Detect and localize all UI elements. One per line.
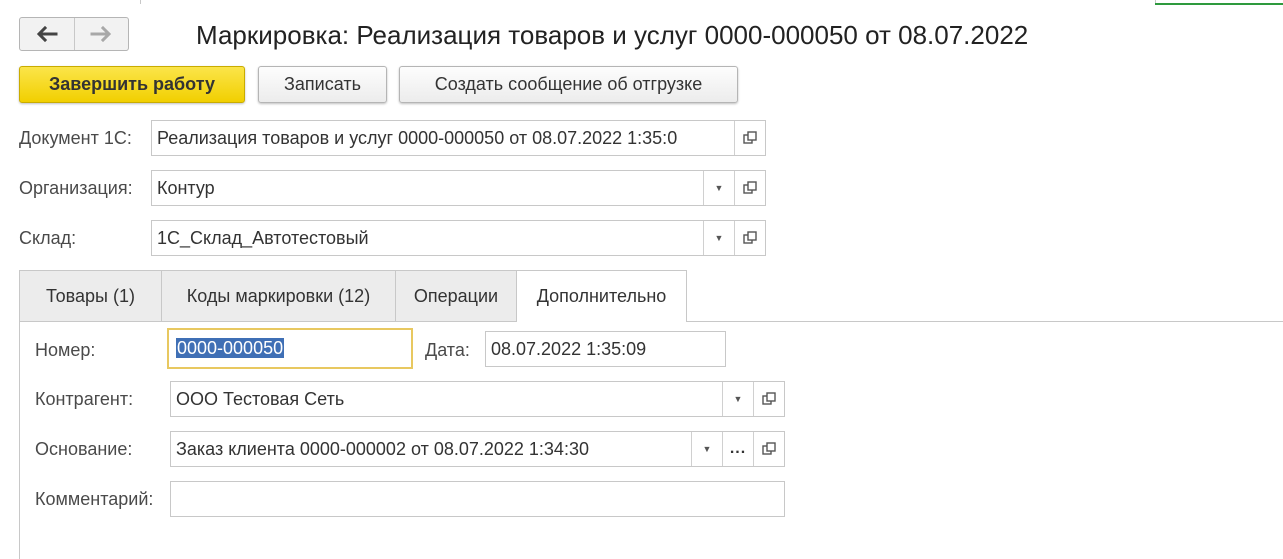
open-document-button[interactable]: [734, 121, 765, 155]
dropdown-arrow-icon: ▼: [714, 233, 724, 243]
number-field[interactable]: 0000-000050: [167, 328, 413, 369]
dropdown-arrow-icon: ▼: [702, 444, 712, 454]
open-window-icon: [743, 181, 757, 194]
warehouse-label: Склад:: [19, 228, 77, 248]
counterparty-label: Контрагент:: [35, 389, 134, 409]
warehouse-value: 1С_Склад_Автотестовый: [157, 227, 369, 248]
counterparty-dropdown-button[interactable]: ▼: [722, 382, 753, 416]
tab-panel-left-border: [19, 321, 20, 559]
open-warehouse-button[interactable]: [734, 221, 765, 255]
arrow-right-icon: [90, 26, 112, 42]
tab-marking-codes[interactable]: Коды маркировки (12): [161, 270, 396, 321]
ellipsis-icon: ...: [729, 440, 747, 457]
page-title: Маркировка: Реализация товаров и услуг 0…: [196, 20, 1029, 50]
basis-label: Основание:: [35, 439, 133, 459]
open-organization-button[interactable]: [734, 171, 765, 205]
save-button[interactable]: Записать: [258, 66, 387, 103]
create-message-button[interactable]: Создать сообщение об отгрузке: [399, 66, 738, 103]
warehouse-field[interactable]: 1С_Склад_Автотестовый ▼: [151, 220, 766, 256]
organization-label: Организация:: [19, 178, 133, 198]
basis-field[interactable]: Заказ клиента 0000-000002 от 08.07.2022 …: [170, 431, 785, 467]
open-window-icon: [762, 442, 776, 455]
back-button[interactable]: [20, 18, 74, 50]
arrow-left-icon: [36, 26, 58, 42]
document-label: Документ 1С:: [19, 128, 132, 148]
warehouse-dropdown-button[interactable]: ▼: [703, 221, 734, 255]
forward-button[interactable]: [73, 18, 129, 50]
nav-buttons: [19, 17, 129, 51]
finish-button[interactable]: Завершить работу: [19, 66, 245, 103]
top-divider: [0, 0, 141, 4]
document-field[interactable]: Реализация товаров и услуг 0000-000050 о…: [151, 120, 766, 156]
basis-select-button[interactable]: ...: [722, 432, 753, 466]
tab-operations[interactable]: Операции: [395, 270, 517, 321]
comment-field[interactable]: [170, 481, 785, 517]
tab-additional[interactable]: Дополнительно: [516, 270, 687, 322]
open-counterparty-button[interactable]: [753, 382, 784, 416]
basis-value: Заказ клиента 0000-000002 от 08.07.2022 …: [176, 438, 589, 459]
organization-field[interactable]: Контур ▼: [151, 170, 766, 206]
comment-label: Комментарий:: [35, 489, 154, 509]
top-divider: [141, 0, 1156, 4]
accent-line: [1155, 0, 1283, 5]
open-window-icon: [743, 231, 757, 244]
date-value: 08.07.2022 1:35:09: [491, 338, 647, 359]
open-window-icon: [762, 392, 776, 405]
date-field[interactable]: 08.07.2022 1:35:09: [485, 331, 726, 367]
window-top-strip: [0, 0, 1283, 6]
open-window-icon: [743, 131, 757, 144]
organization-value: Контур: [157, 177, 215, 198]
open-basis-button[interactable]: [753, 432, 784, 466]
counterparty-value: ООО Тестовая Сеть: [176, 388, 345, 409]
dropdown-arrow-icon: ▼: [733, 394, 743, 404]
document-value: Реализация товаров и услуг 0000-000050 о…: [157, 127, 678, 148]
number-label: Номер:: [35, 340, 96, 360]
date-label: Дата:: [425, 340, 470, 360]
dropdown-arrow-icon: ▼: [714, 183, 724, 193]
organization-dropdown-button[interactable]: ▼: [703, 171, 734, 205]
counterparty-field[interactable]: ООО Тестовая Сеть ▼: [170, 381, 785, 417]
basis-dropdown-button[interactable]: ▼: [691, 432, 722, 466]
tab-goods[interactable]: Товары (1): [19, 270, 162, 321]
number-value: 0000-000050: [176, 338, 285, 358]
